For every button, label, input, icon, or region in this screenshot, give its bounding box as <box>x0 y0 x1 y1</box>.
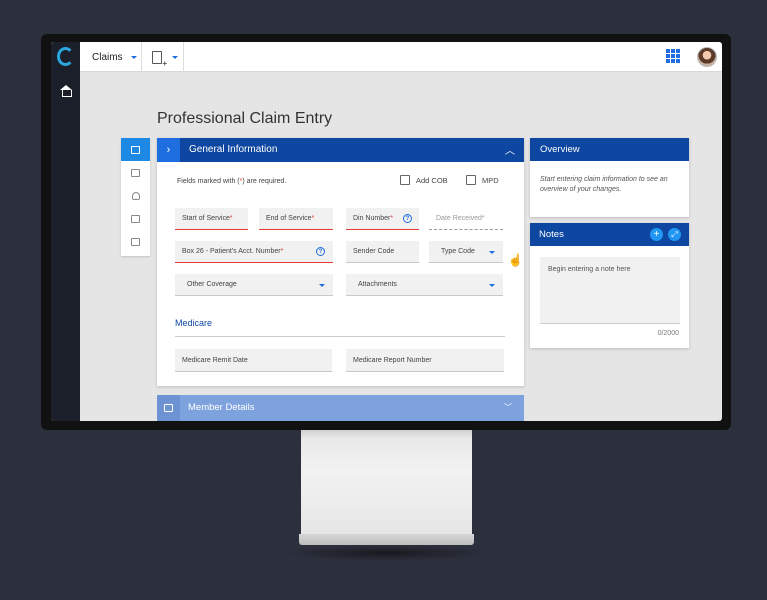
notes-panel: Notes + ⤢ Begin entering a note here 0/2… <box>530 223 689 348</box>
chevron-down-icon <box>172 55 178 59</box>
add-cob-checkbox[interactable]: Add COB <box>400 175 448 185</box>
section-nav-provider[interactable] <box>121 184 150 207</box>
top-bar: Claims <box>51 42 722 72</box>
id-card-icon <box>131 168 140 177</box>
stand-shadow <box>285 545 488 561</box>
app-screen: Claims Professional Claim Entry › Genera… <box>51 42 722 421</box>
overview-title: Overview <box>530 138 689 161</box>
overview-text: Start entering claim information to see … <box>540 176 668 193</box>
medicare-report-number-field[interactable]: Medicare Report Number <box>346 349 504 372</box>
new-document-icon <box>152 50 167 68</box>
clipboard-icon <box>131 145 140 154</box>
document-icon <box>131 214 140 223</box>
member-details-title: Member Details <box>188 402 255 413</box>
new-document-menu[interactable] <box>142 42 184 72</box>
chevron-down-icon <box>489 283 495 287</box>
other-coverage-select[interactable]: Other Coverage <box>175 274 333 296</box>
required-fields-note: Fields marked with (*) are required. <box>177 178 287 185</box>
end-of-service-field[interactable]: End of Service * <box>259 208 333 230</box>
add-cob-label: Add COB <box>416 175 448 185</box>
overview-panel: Overview Start entering claim informatio… <box>530 138 689 217</box>
mpd-label: MPD <box>482 175 499 185</box>
chevron-up-icon[interactable]: ︿ <box>505 142 515 157</box>
home-icon[interactable] <box>60 85 72 97</box>
chevron-right-icon: › <box>157 138 180 162</box>
user-avatar[interactable] <box>697 47 717 67</box>
section-nav-member[interactable] <box>121 161 150 184</box>
checkbox-box[interactable] <box>466 175 476 185</box>
chevron-down-icon <box>319 283 325 287</box>
din-number-field[interactable]: Din Number * ? <box>346 208 419 230</box>
app-logo[interactable] <box>51 42 80 72</box>
monitor-stand-base <box>299 534 474 545</box>
medicare-remit-date-field[interactable]: Medicare Remit Date <box>175 349 332 372</box>
box26-patient-account-field[interactable]: Box 26 - Patient's Acct. Number * ? <box>175 241 333 263</box>
type-code-select[interactable]: Type Code <box>429 241 503 263</box>
checkbox-box[interactable] <box>400 175 410 185</box>
section-icon-nav <box>121 138 150 256</box>
general-information-title: General Information <box>189 144 278 155</box>
start-of-service-field[interactable]: Start of Service * <box>175 208 248 230</box>
left-nav <box>51 72 80 421</box>
claims-menu-label: Claims <box>92 51 123 63</box>
mpd-checkbox[interactable]: MPD <box>466 175 499 185</box>
id-card-icon <box>164 404 173 412</box>
medicare-heading: Medicare <box>175 318 213 328</box>
person-icon <box>131 191 140 200</box>
sender-code-field[interactable]: Sender Code <box>346 241 419 263</box>
chevron-down-icon <box>130 55 137 59</box>
list-icon <box>131 237 140 246</box>
notes-header: Notes + ⤢ <box>530 223 689 246</box>
divider <box>175 336 505 337</box>
logo-icon <box>57 47 74 66</box>
hand-cursor-icon: ☝ <box>508 253 523 267</box>
notes-char-counter: 0/2000 <box>657 330 679 337</box>
help-icon[interactable]: ? <box>403 214 412 223</box>
add-note-button[interactable]: + <box>650 228 663 241</box>
expand-notes-button[interactable]: ⤢ <box>668 228 681 241</box>
chevron-down-icon[interactable]: ﹀ <box>504 402 512 413</box>
date-received-field[interactable]: Date Received * <box>429 208 503 230</box>
notes-title: Notes <box>539 229 564 240</box>
general-information-panel: › General Information ︿ Fields marked wi… <box>157 138 524 386</box>
page-title: Professional Claim Entry <box>157 110 333 127</box>
section-nav-general[interactable] <box>121 138 150 161</box>
member-details-icon-cell <box>157 395 180 421</box>
help-icon[interactable]: ? <box>316 247 325 256</box>
section-nav-list[interactable] <box>121 230 150 253</box>
general-information-header[interactable]: › General Information ︿ <box>157 138 524 162</box>
monitor-stand <box>301 430 472 534</box>
claims-menu[interactable]: Claims <box>80 42 142 72</box>
chevron-down-icon <box>489 250 495 254</box>
section-nav-document[interactable] <box>121 207 150 230</box>
apps-grid-icon[interactable] <box>666 49 680 63</box>
member-details-header[interactable]: Member Details ﹀ <box>157 395 524 421</box>
attachments-select[interactable]: Attachments <box>346 274 503 296</box>
notes-textarea[interactable]: Begin entering a note here <box>540 257 680 324</box>
